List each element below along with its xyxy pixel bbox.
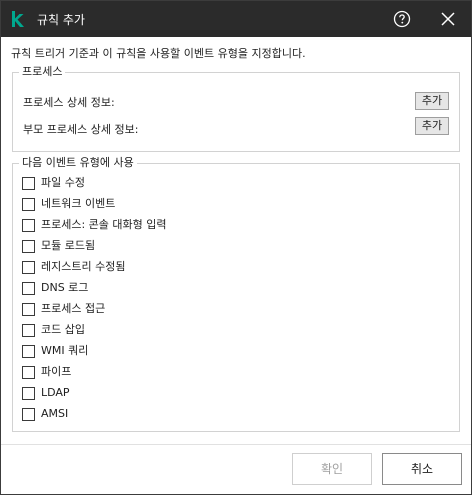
footer-divider: [1, 444, 471, 445]
checkbox[interactable]: [22, 177, 35, 190]
checkbox[interactable]: [22, 408, 35, 421]
add-process-details-button[interactable]: 추가: [415, 92, 449, 110]
checkbox-label: 파일 수정: [41, 176, 85, 189]
ok-button[interactable]: 확인: [292, 453, 372, 485]
checkbox[interactable]: [22, 198, 35, 211]
checkbox[interactable]: [22, 219, 35, 232]
cancel-button[interactable]: 취소: [382, 453, 462, 485]
add-rule-dialog: 규칙 추가 규칙 트리거 기준과 이 규칙을 사용할 이벤트 유형을 지정합니다…: [0, 0, 472, 495]
event-types-group: 다음 이벤트 유형에 사용 파일 수정 네트워크 이벤트 프로세스: 콘솔 대화…: [12, 156, 460, 432]
checkbox-label: 모듈 로드됨: [41, 239, 96, 252]
checkbox[interactable]: [22, 261, 35, 274]
checkbox-label: LDAP: [41, 386, 70, 399]
checkbox-label: 파이프: [41, 365, 72, 378]
checkbox[interactable]: [22, 303, 35, 316]
checkbox[interactable]: [22, 324, 35, 337]
checkbox-label: 레지스트리 수정됨: [41, 260, 126, 273]
checkbox-label: 코드 삽입: [41, 323, 85, 336]
checkbox-label: 프로세스: 콘솔 대화형 입력: [41, 218, 167, 231]
dialog-title: 규칙 추가: [37, 13, 85, 27]
process-details-label: 프로세스 상세 정보:: [23, 96, 115, 109]
checkbox-label: DNS 로그: [41, 281, 89, 294]
checkbox-label: 네트워크 이벤트: [41, 197, 116, 210]
checkbox[interactable]: [22, 240, 35, 253]
checkbox[interactable]: [22, 345, 35, 358]
event-types-group-title: 다음 이벤트 유형에 사용: [19, 156, 137, 170]
title-bar: 규칙 추가: [1, 1, 471, 37]
process-group: 프로세스 프로세스 상세 정보: 추가 부모 프로세스 상세 정보: 추가: [12, 65, 460, 152]
help-icon[interactable]: [393, 10, 411, 28]
checkbox[interactable]: [22, 366, 35, 379]
checkbox-label: 프로세스 접근: [41, 302, 106, 315]
checkbox-label: AMSI: [41, 407, 69, 420]
checkbox-label: WMI 쿼리: [41, 344, 89, 357]
checkbox[interactable]: [22, 387, 35, 400]
parent-process-details-label: 부모 프로세스 상세 정보:: [23, 123, 139, 136]
dialog-description: 규칙 트리거 기준과 이 규칙을 사용할 이벤트 유형을 지정합니다.: [11, 47, 306, 60]
add-parent-process-details-button[interactable]: 추가: [415, 117, 449, 135]
process-group-title: 프로세스: [19, 65, 66, 79]
kaspersky-logo-icon: [12, 11, 24, 27]
checkbox[interactable]: [22, 282, 35, 295]
close-icon[interactable]: [440, 11, 456, 27]
